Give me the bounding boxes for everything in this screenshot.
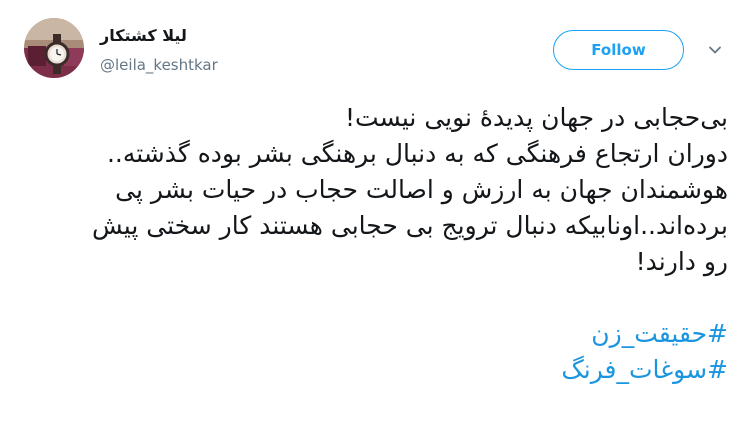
tweet-card: لیلا کشتکار @leila_keshtkar Follow بی‌حج…	[0, 0, 755, 428]
tweet-text: بی‌حجابی در جهان پدیدهٔ نویی نیست! دوران…	[23, 100, 728, 388]
avatar[interactable]	[24, 18, 84, 78]
hashtag-link[interactable]: #سوغات_فرنگ	[23, 352, 728, 388]
tweet-line: دوران ارتجاع فرهنگی که به دنبال برهنگی ب…	[106, 139, 728, 168]
tweet-line: هوشمندان جهان به ارزش و اصالت حجاب در حی…	[115, 175, 728, 204]
hashtag-link[interactable]: #حقیقت_زن	[23, 316, 728, 352]
tweet-line: رو دارند!	[635, 247, 728, 276]
follow-button[interactable]: Follow	[553, 30, 684, 70]
author-display-name[interactable]: لیلا کشتکار	[100, 26, 187, 45]
tweet-line: بی‌حجابی در جهان پدیدهٔ نویی نیست!	[345, 103, 728, 132]
author-handle[interactable]: @leila_keshtkar	[100, 56, 218, 74]
tweet-line: برده‌اند..اونابیکه دنبال ترویج بی حجابی …	[91, 211, 728, 240]
avatar-photo	[24, 18, 84, 78]
chevron-down-icon[interactable]	[707, 42, 723, 58]
